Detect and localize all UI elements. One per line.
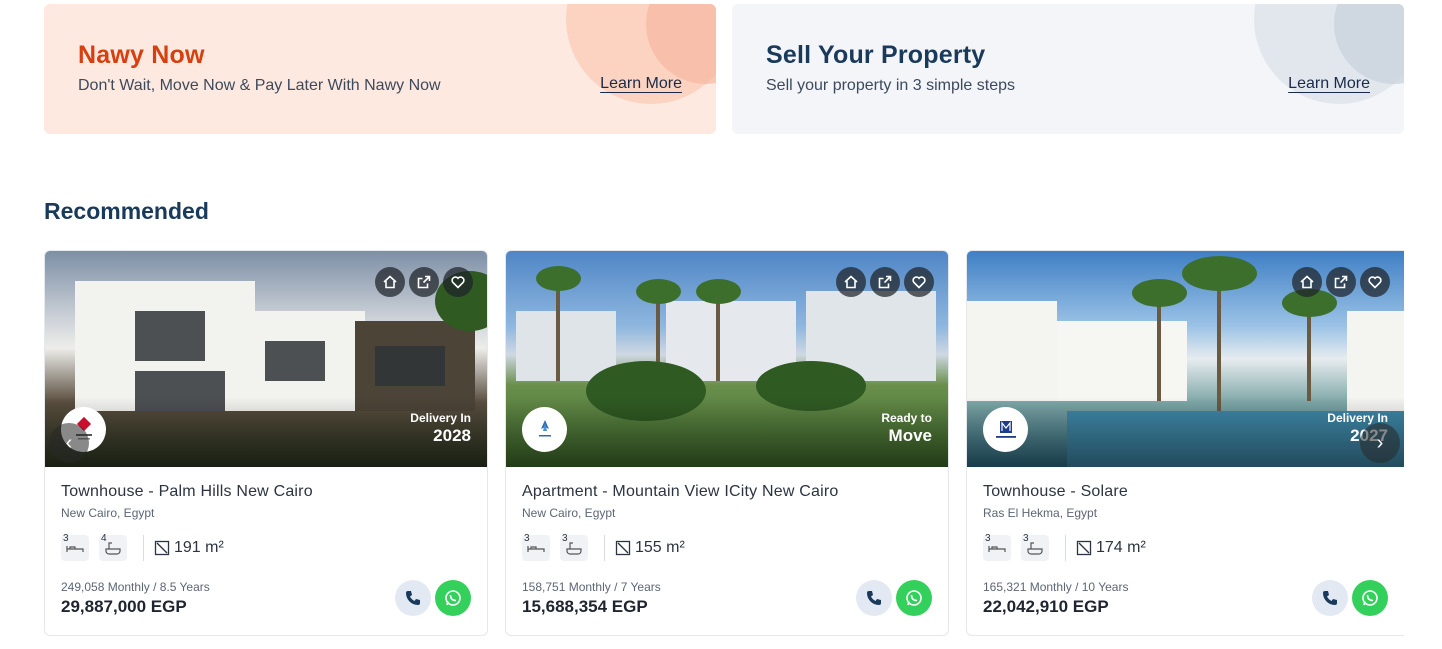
bedrooms-count: 3 — [985, 533, 991, 544]
palm-tree — [716, 291, 720, 381]
nawy-now-banner[interactable]: Nawy Now Don't Wait, Move Now & Pay Late… — [44, 4, 716, 134]
area-icon — [154, 540, 170, 556]
property-specs: 3 4 191 m² — [61, 533, 471, 562]
property-specs: 3 3 155 m² — [522, 533, 932, 562]
mountain-view-logo — [522, 407, 567, 452]
delivery-badge: Delivery In 2028 — [410, 411, 471, 446]
learn-more-link[interactable]: Learn More — [600, 75, 682, 93]
heart-icon[interactable] — [1360, 267, 1390, 297]
building — [1057, 321, 1187, 401]
property-area: 174 m² — [1076, 539, 1146, 557]
contact-buttons — [1312, 580, 1388, 616]
badge-label: Delivery In — [410, 411, 471, 425]
property-card[interactable]: Delivery In 2027 › Townhouse - Solare Ra… — [966, 250, 1404, 636]
phone-icon[interactable] — [1312, 580, 1348, 616]
window — [135, 311, 205, 361]
badge-label: Ready to — [881, 411, 932, 425]
bath-icon: 4 — [99, 533, 127, 561]
area-icon — [615, 540, 631, 556]
property-title[interactable]: Townhouse - Solare — [983, 483, 1388, 501]
home-icon[interactable] — [836, 267, 866, 297]
badge-value: Move — [888, 426, 932, 445]
palm-tree — [696, 279, 741, 304]
window — [375, 346, 445, 386]
palm-tree — [556, 281, 560, 381]
bed-icon: 3 — [983, 533, 1011, 561]
phone-icon[interactable] — [395, 580, 431, 616]
palm-tree — [1132, 279, 1187, 307]
property-location: New Cairo, Egypt — [522, 506, 616, 520]
card-actions — [375, 267, 473, 297]
area-value: 174 m² — [1096, 539, 1146, 556]
property-photo[interactable]: Delivery In 2027 › — [967, 251, 1404, 467]
area-value: 191 m² — [174, 539, 224, 556]
bathrooms-count: 3 — [562, 533, 568, 544]
area-value: 155 m² — [635, 539, 685, 556]
whatsapp-icon[interactable] — [435, 580, 471, 616]
bath-icon: 3 — [1021, 533, 1049, 561]
property-location: New Cairo, Egypt — [61, 506, 155, 520]
contact-buttons — [856, 580, 932, 616]
heart-icon[interactable] — [904, 267, 934, 297]
building — [1347, 311, 1404, 411]
card-actions — [1292, 267, 1390, 297]
palm-tree — [1182, 256, 1257, 291]
banner-title: Nawy Now — [78, 41, 205, 69]
ready-badge: Ready to Move — [881, 411, 932, 446]
heart-icon[interactable] — [443, 267, 473, 297]
chevron-left-icon[interactable]: ‹ — [49, 423, 89, 463]
property-photo[interactable]: Ready to Move — [506, 251, 948, 467]
window — [265, 341, 325, 381]
bathrooms-count: 3 — [1023, 533, 1029, 544]
contact-buttons — [395, 580, 471, 616]
bed-icon: 3 — [522, 533, 550, 561]
property-area: 155 m² — [615, 539, 685, 557]
property-location: Ras El Hekma, Egypt — [983, 506, 1098, 520]
divider — [1065, 535, 1066, 561]
phone-icon[interactable] — [856, 580, 892, 616]
palm-tree — [1157, 291, 1161, 401]
bath-icon: 3 — [560, 533, 588, 561]
sell-property-banner[interactable]: Sell Your Property Sell your property in… — [732, 4, 1404, 134]
property-photo[interactable]: Delivery In 2028 ‹ — [45, 251, 487, 467]
divider — [143, 535, 144, 561]
palm-tree — [536, 266, 581, 291]
banner-title: Sell Your Property — [766, 41, 986, 69]
home-icon[interactable] — [1292, 267, 1322, 297]
share-icon[interactable] — [409, 267, 439, 297]
bathrooms-count: 4 — [101, 533, 107, 544]
property-area: 191 m² — [154, 539, 224, 557]
banner-subtitle: Don't Wait, Move Now & Pay Later With Na… — [78, 77, 441, 94]
chevron-right-icon[interactable]: › — [1360, 423, 1400, 463]
bed-icon: 3 — [61, 533, 89, 561]
bedrooms-count: 3 — [524, 533, 530, 544]
whatsapp-icon[interactable] — [1352, 580, 1388, 616]
share-icon[interactable] — [870, 267, 900, 297]
property-card[interactable]: Delivery In 2028 ‹ Townhouse - Palm Hill… — [44, 250, 488, 636]
section-title: Recommended — [44, 198, 209, 224]
whatsapp-icon[interactable] — [896, 580, 932, 616]
property-card[interactable]: Ready to Move Apartment - Mountain View … — [505, 250, 949, 636]
misr-italia-logo — [983, 407, 1028, 452]
property-title[interactable]: Townhouse - Palm Hills New Cairo — [61, 483, 471, 501]
property-title[interactable]: Apartment - Mountain View ICity New Cair… — [522, 483, 932, 501]
card-actions — [836, 267, 934, 297]
bedrooms-count: 3 — [63, 533, 69, 544]
badge-value: 2028 — [433, 426, 471, 445]
property-specs: 3 3 174 m² — [983, 533, 1388, 562]
area-icon — [1076, 540, 1092, 556]
divider — [604, 535, 605, 561]
home-icon[interactable] — [375, 267, 405, 297]
building — [967, 301, 1057, 401]
learn-more-link[interactable]: Learn More — [1288, 75, 1370, 93]
banner-subtitle: Sell your property in 3 simple steps — [766, 77, 1015, 94]
share-icon[interactable] — [1326, 267, 1356, 297]
palm-tree — [636, 279, 681, 304]
